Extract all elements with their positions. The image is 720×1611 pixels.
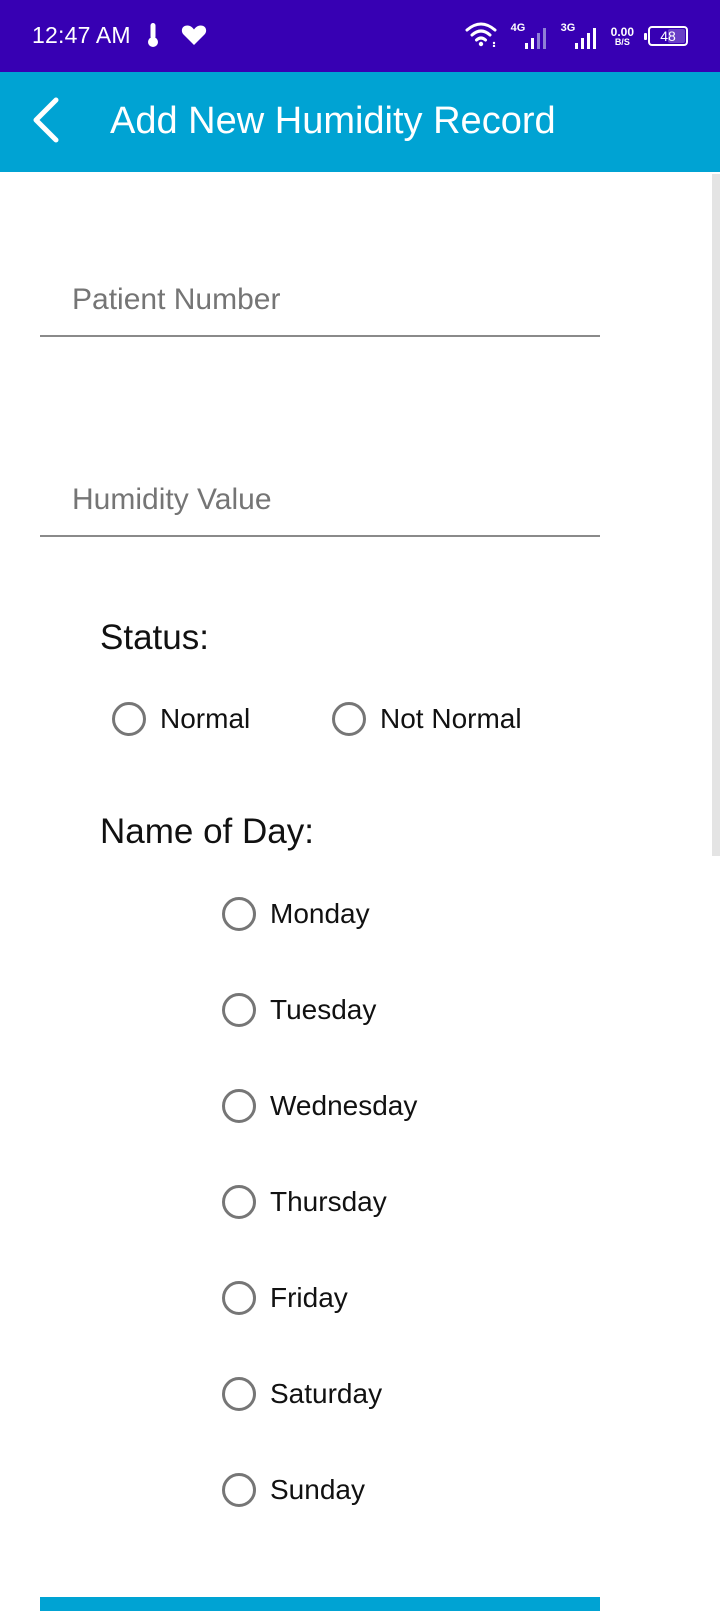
day-radio-label: Monday <box>270 898 370 929</box>
speed-value: 0.00 <box>610 24 634 39</box>
day-radio-sunday[interactable]: Sunday <box>222 1473 365 1507</box>
app-bar: Add New Humidity Record <box>0 72 720 172</box>
status-label: Status: <box>100 618 209 657</box>
heart-icon <box>181 24 207 51</box>
day-radio-label: Wednesday <box>270 1090 418 1121</box>
day-label: Name of Day: <box>100 812 314 851</box>
signal-4g-icon: 4G <box>511 22 547 50</box>
day-radio-label: Tuesday <box>270 994 377 1025</box>
radio-circle[interactable] <box>222 1377 256 1411</box>
day-radio-wednesday[interactable]: Wednesday <box>222 1089 417 1123</box>
status-radio-label: Normal <box>160 703 251 734</box>
wifi-icon <box>465 21 497 52</box>
radio-circle[interactable] <box>332 702 366 736</box>
day-radio-tuesday[interactable]: Tuesday <box>222 993 376 1027</box>
signal-3g-icon: 3G <box>561 22 597 50</box>
thermometer-icon <box>146 22 160 53</box>
network-speed: 0.00 B/S <box>611 26 634 47</box>
radio-circle[interactable] <box>222 897 256 931</box>
radio-circle[interactable] <box>222 1281 256 1315</box>
back-button[interactable] <box>20 96 72 148</box>
radio-circle[interactable] <box>222 1089 256 1123</box>
status-bar: 12:47 AM 4G 3G 0.00 B/S 48 <box>0 0 720 72</box>
status-radio-normal[interactable]: Normal <box>112 702 250 736</box>
battery-level: 48 <box>660 28 676 44</box>
scrollbar[interactable] <box>712 174 720 856</box>
day-radio-label: Sunday <box>270 1474 365 1505</box>
status-radio-label: Not Normal <box>380 703 522 734</box>
status-right-group: 4G 3G 0.00 B/S 48 <box>465 20 688 52</box>
battery-icon: 48 <box>644 26 688 46</box>
speed-unit: B/S <box>614 36 630 47</box>
day-radio-label: Thursday <box>270 1186 387 1217</box>
radio-circle[interactable] <box>222 1473 256 1507</box>
day-radio-monday[interactable]: Monday <box>222 897 370 931</box>
status-radio-not-normal[interactable]: Not Normal <box>332 702 522 736</box>
radio-circle[interactable] <box>222 993 256 1027</box>
page-title: Add New Humidity Record <box>110 100 556 142</box>
day-radio-label: Saturday <box>270 1378 383 1409</box>
day-radio-friday[interactable]: Friday <box>222 1281 348 1315</box>
day-radio-saturday[interactable]: Saturday <box>222 1377 382 1411</box>
patient-number-input[interactable] <box>40 265 600 337</box>
back-arrow-icon <box>30 96 62 149</box>
day-radio-label: Friday <box>270 1282 348 1313</box>
status-time: 12:47 AM <box>32 22 131 48</box>
radio-circle[interactable] <box>222 1185 256 1219</box>
radio-circle[interactable] <box>112 702 146 736</box>
day-radio-thursday[interactable]: Thursday <box>222 1185 387 1219</box>
submit-button[interactable] <box>40 1597 600 1611</box>
humidity-value-input[interactable] <box>40 465 600 537</box>
